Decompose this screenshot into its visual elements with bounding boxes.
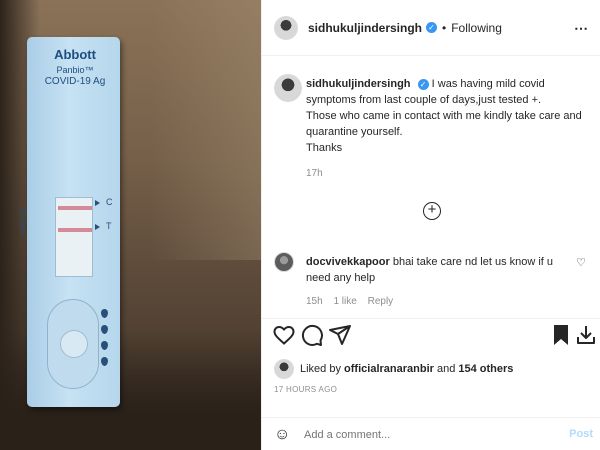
following-button[interactable]: Following bbox=[451, 21, 502, 35]
likes-summary: Liked by officialranaranbir and 154 othe… bbox=[274, 359, 513, 379]
comment-like-heart-icon[interactable]: ♡ bbox=[576, 256, 586, 269]
likes-others[interactable]: 154 others bbox=[458, 363, 513, 375]
comment-input[interactable] bbox=[304, 428, 554, 441]
comment-time[interactable]: 15h bbox=[306, 296, 323, 307]
like-heart-icon[interactable] bbox=[272, 323, 296, 347]
author-avatar[interactable] bbox=[274, 15, 298, 40]
caption-line3: Thanks bbox=[306, 142, 343, 154]
likes-prefix: Liked by bbox=[300, 363, 341, 375]
liker-avatar[interactable] bbox=[274, 359, 294, 379]
mark-t: T bbox=[106, 221, 112, 231]
drop-icon bbox=[101, 357, 108, 366]
drop-icon bbox=[101, 341, 108, 350]
liker-username[interactable]: officialranaranbir bbox=[344, 363, 434, 375]
post-comment-button[interactable]: Post bbox=[569, 428, 593, 440]
post-panel: sidhukuljindersingh ✓ • Following ⋯ sidh… bbox=[261, 0, 600, 450]
add-comment-row: ☺ Post bbox=[262, 417, 600, 450]
cassette-timer: 15 mins bbox=[18, 207, 27, 236]
caption-body: sidhukuljindersingh ✓ I was having mild … bbox=[306, 76, 596, 156]
arrow-t-icon bbox=[95, 224, 100, 230]
post-header: sidhukuljindersingh ✓ • Following ⋯ bbox=[262, 0, 600, 56]
post-actions: Liked by officialranaranbir and 154 othe… bbox=[262, 318, 600, 448]
emoji-icon[interactable]: ☺ bbox=[274, 426, 296, 444]
result-window bbox=[55, 197, 93, 277]
comment-body: docvivekkapoor bhai take care nd let us … bbox=[306, 254, 566, 286]
separator-dot: • bbox=[442, 20, 447, 35]
caption-time[interactable]: 17h bbox=[306, 168, 323, 179]
comment-meta: 15h 1 like Reply bbox=[306, 296, 401, 307]
arrow-c-icon bbox=[95, 200, 100, 206]
more-options-icon[interactable]: ⋯ bbox=[574, 20, 589, 37]
cassette-test-name: COVID-19 Ag bbox=[44, 76, 106, 87]
mark-c: C bbox=[106, 197, 113, 207]
cassette-brand: Abbott bbox=[54, 47, 96, 62]
drop-icon bbox=[101, 325, 108, 334]
test-cassette: Abbott Panbio™ COVID-19 Ag 15 mins C T bbox=[18, 37, 120, 407]
caption-avatar[interactable] bbox=[274, 74, 302, 102]
load-more-comments-icon[interactable]: + bbox=[423, 202, 441, 220]
share-direct-icon[interactable] bbox=[328, 323, 352, 347]
drop-icon bbox=[101, 309, 108, 318]
sample-well-inner bbox=[60, 330, 88, 358]
comment-bubble-icon[interactable] bbox=[300, 323, 324, 347]
control-line bbox=[58, 206, 92, 210]
sample-well bbox=[47, 299, 99, 389]
commenter-avatar[interactable] bbox=[274, 252, 294, 272]
caption-line2: Those who came in contact with me kindly… bbox=[306, 110, 582, 138]
comment-reply-button[interactable]: Reply bbox=[368, 296, 394, 307]
caption-username[interactable]: sidhukuljindersingh bbox=[306, 78, 411, 90]
comments-section: sidhukuljindersingh ✓ I was having mild … bbox=[262, 56, 600, 318]
verified-icon: ✓ bbox=[417, 78, 429, 90]
cassette-product-name: Panbio™ bbox=[56, 65, 94, 75]
bookmark-icon[interactable] bbox=[549, 323, 573, 347]
author-username[interactable]: sidhukuljindersingh bbox=[308, 21, 422, 35]
posted-ago[interactable]: 17 HOURS AGO bbox=[274, 385, 337, 394]
test-line bbox=[58, 228, 92, 232]
photo-light bbox=[150, 0, 261, 260]
download-icon[interactable] bbox=[574, 323, 598, 347]
post-photo[interactable]: Abbott Panbio™ COVID-19 Ag 15 mins C T bbox=[0, 0, 261, 450]
cassette-product: Panbio™ COVID-19 Ag bbox=[31, 65, 119, 87]
comment-likes[interactable]: 1 like bbox=[333, 296, 356, 307]
likes-joiner: and bbox=[436, 363, 456, 375]
commenter-username[interactable]: docvivekkapoor bbox=[306, 256, 390, 268]
verified-icon: ✓ bbox=[426, 22, 438, 33]
